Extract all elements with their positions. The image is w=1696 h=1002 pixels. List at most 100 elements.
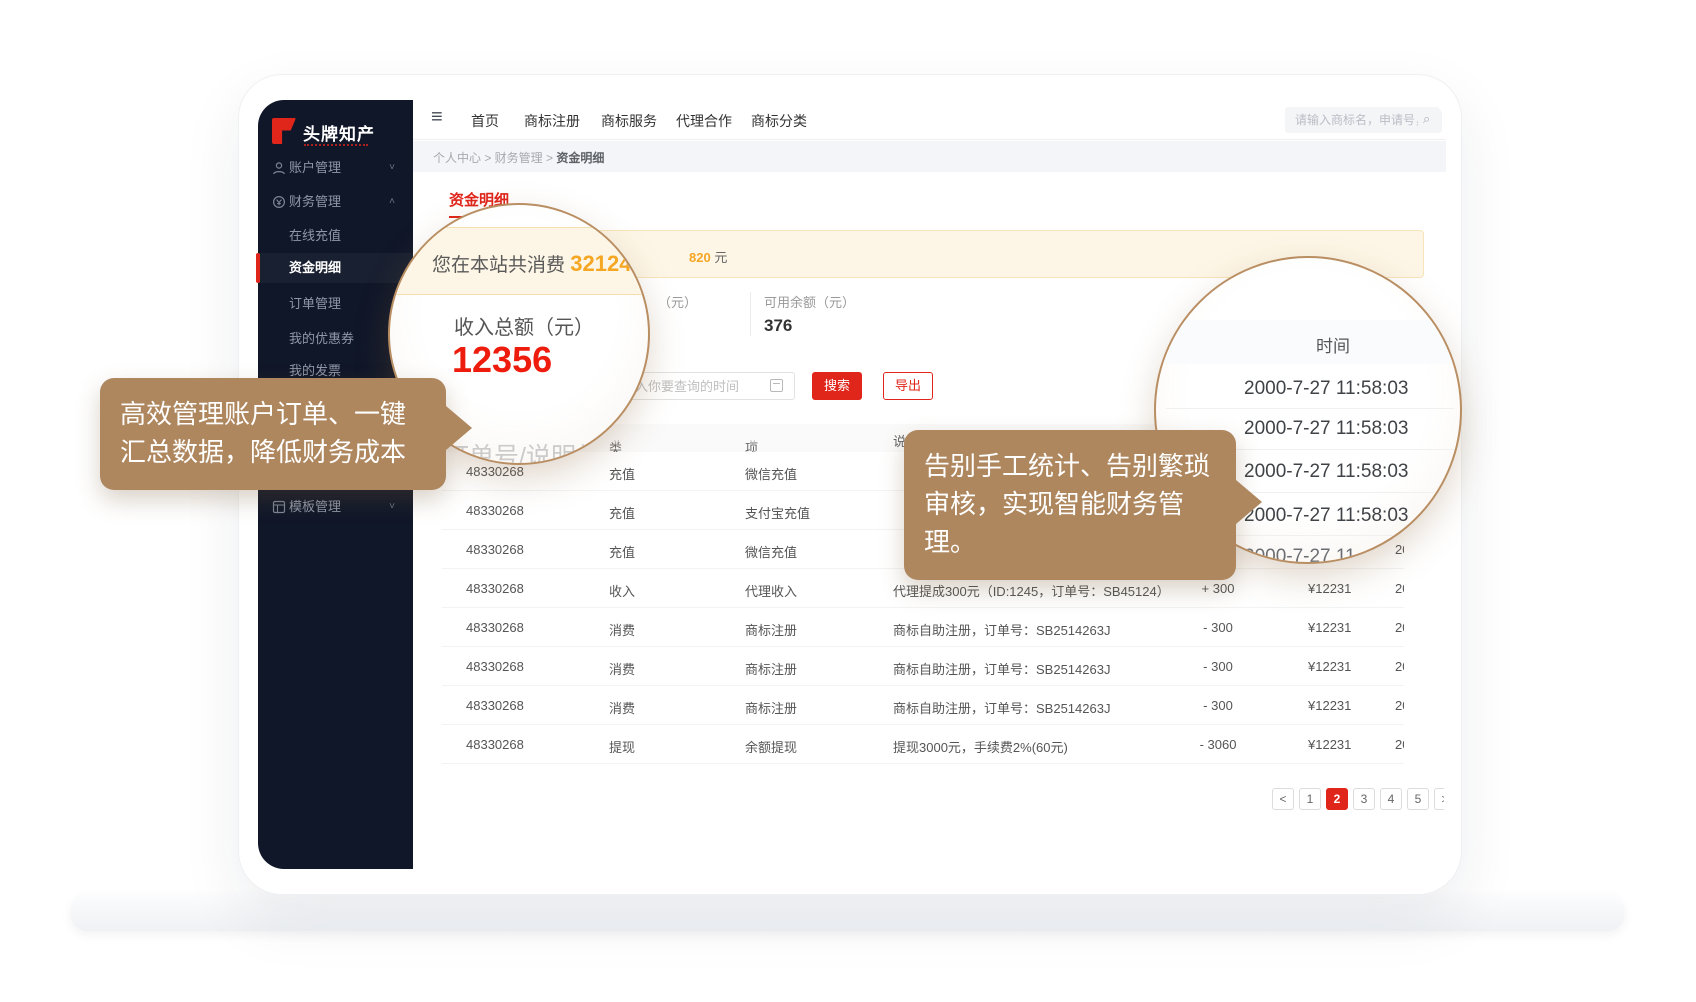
sidebar-item-label: 模板管理: [289, 492, 341, 522]
time-value: 2000-7-27 11:58:03: [1244, 505, 1408, 527]
search-icon[interactable]: ⌕: [1423, 111, 1430, 127]
cell-desc: 商标自助注册，订单号：SB2514263J: [893, 698, 1110, 717]
cell-time: 2000-7-27 11:58:03: [1395, 581, 1404, 596]
sidebar-item-account[interactable]: 账户管理 ˅: [258, 153, 413, 183]
pagination-page-2[interactable]: 2: [1326, 788, 1348, 810]
balance-label: 可用余额（元）: [764, 292, 855, 311]
cell-time: 2000-7-27 11:58:03: [1395, 737, 1404, 752]
banner-text: 820 元: [689, 247, 727, 266]
time-value: 2000-7-27 11:58:03: [1244, 461, 1408, 483]
cell-type: 收入: [609, 581, 635, 600]
table-row[interactable]: 48330268 消费 商标注册 商标自助注册，订单号：SB2514263J - 300…: [442, 686, 1404, 725]
cell-project: 代理收入: [745, 581, 797, 600]
breadcrumb[interactable]: 个人中心 > 财务管理 > 资金明细: [433, 149, 604, 166]
cell-order: 48330268: [466, 659, 524, 674]
hamburger-menu-icon[interactable]: ≡: [431, 106, 443, 129]
page: 头牌知产 账户管理 ˅ 财务管理 ˄ 在线充值 资金明细 订单管理 我的优惠券 …: [0, 0, 1696, 1002]
banner-prefix: 您在本站共消费: [432, 255, 565, 276]
sidebar-item-templates[interactable]: 模板管理 ˅: [258, 492, 413, 522]
cell-order: 48330268: [466, 464, 524, 479]
nav-item-0[interactable]: 首页: [471, 111, 499, 131]
cell-amount: + 300: [1176, 581, 1260, 596]
banner-suffix: 元: [714, 250, 727, 265]
brand-logo-icon: [272, 118, 296, 144]
cell-project: 商标注册: [745, 698, 797, 717]
cell-order: 48330268: [466, 542, 524, 557]
divider: [1166, 408, 1454, 409]
laptop-base: [70, 893, 1625, 931]
chevron-down-icon: ˅: [389, 153, 395, 183]
magnified-banner-text: 您在本站共消费 32124: [432, 250, 631, 277]
cell-time: 2000-7-27 11:58:03: [1395, 620, 1404, 635]
chevron-up-icon: ˄: [389, 187, 395, 217]
pagination-prev[interactable]: <: [1272, 788, 1294, 810]
cell-amount: - 300: [1176, 698, 1260, 713]
cell-balance: ¥12231: [1308, 698, 1351, 713]
cell-project: 商标注册: [745, 620, 797, 639]
cell-type: 消费: [609, 698, 635, 717]
cell-type: 充值: [609, 542, 635, 561]
cell-project: 商标注册: [745, 659, 797, 678]
cell-desc: 代理提成300元（ID:1245，订单号：SB45124）: [893, 581, 1170, 600]
nav-item-1[interactable]: 商标注册: [524, 111, 580, 131]
sidebar-item-finance[interactable]: 财务管理 ˄: [258, 187, 413, 217]
user-icon: [272, 161, 286, 175]
callout-left: 高效管理账户订单、一键汇总数据，降低财务成本: [100, 378, 446, 490]
cell-desc: 商标自助注册，订单号：SB2514263J: [893, 659, 1110, 678]
cell-project: 余额提现: [745, 737, 797, 756]
finance-icon: [272, 195, 286, 209]
pagination-page-1[interactable]: 1: [1299, 788, 1321, 810]
search-button[interactable]: 搜索: [812, 372, 862, 400]
breadcrumb-path: 个人中心 > 财务管理 >: [433, 151, 556, 165]
cell-balance: ¥12231: [1308, 737, 1351, 752]
search-input[interactable]: [1285, 107, 1442, 133]
cell-desc: 商标自助注册，订单号：SB2514263J: [893, 620, 1110, 639]
brand-name: 头牌知产: [303, 120, 375, 145]
pagination-page-3[interactable]: 3: [1353, 788, 1375, 810]
income-value: 12356: [452, 339, 552, 381]
sidebar-item-label: 资金明细: [289, 253, 341, 283]
cell-order: 48330268: [466, 698, 524, 713]
chevron-down-icon: ˅: [389, 492, 395, 522]
cell-desc: 提现3000元，手续费2%(60元): [893, 737, 1068, 756]
cell-balance: ¥12231: [1308, 659, 1351, 674]
cell-project: 支付宝充值: [745, 503, 810, 522]
template-icon: [272, 500, 286, 514]
cell-type: 消费: [609, 659, 635, 678]
cell-time: 2000-7-27 11:58:03: [1395, 542, 1404, 557]
nav-item-4[interactable]: 商标分类: [751, 111, 807, 131]
time-value: 2000-7-27 11:58:03: [1244, 378, 1408, 400]
export-button[interactable]: 导出: [883, 372, 933, 400]
cell-project: 微信充值: [745, 542, 797, 561]
balance-value: 376: [764, 316, 792, 336]
time-value: 2000-7-27 11:58:03: [1244, 418, 1408, 440]
income-label: 收入总额（元）: [454, 311, 594, 340]
caret-down-icon: ∨: [749, 438, 756, 449]
nav-item-3[interactable]: 代理合作: [676, 111, 732, 131]
stats-divider: [750, 292, 751, 336]
time-value-partial: 2000-7-27 11: [1244, 546, 1356, 564]
cell-type: 充值: [609, 503, 635, 522]
magnified-banner: 您在本站共消费 32124: [388, 227, 650, 295]
table-row[interactable]: 48330268提现余额提现提现3000元，手续费2%(60元)- 3060¥1…: [442, 725, 1404, 764]
magnified-time-headband: [1156, 320, 1462, 364]
cell-amount: - 3060: [1176, 737, 1260, 752]
calendar-icon[interactable]: [770, 379, 783, 392]
breadcrumb-current: 资金明细: [556, 151, 604, 165]
table-row[interactable]: 48330268消费商标注册商标自助注册，订单号：SB2514263J- 300…: [442, 647, 1404, 686]
banner-amount-rest: 820: [689, 250, 711, 265]
pagination-page-4[interactable]: 4: [1380, 788, 1402, 810]
table-row[interactable]: 48330268消费商标注册商标自助注册，订单号：SB2514263J- 300…: [442, 608, 1404, 647]
cell-type: 消费: [609, 620, 635, 639]
cell-order: 48330268: [466, 737, 524, 752]
callout-right: 告别手工统计、告别繁琐审核，实现智能财务管理。: [904, 430, 1236, 580]
cell-time: 2000-7-27 11:58:03: [1395, 659, 1404, 674]
cell-balance: ¥12231: [1308, 581, 1351, 596]
cell-project: 微信充值: [745, 464, 797, 483]
banner-amount: 32124: [570, 251, 631, 276]
nav-item-2[interactable]: 商标服务: [601, 111, 657, 131]
cell-order: 48330268: [466, 503, 524, 518]
sidebar-item-label: 账户管理: [289, 153, 341, 183]
pagination-page-5[interactable]: 5: [1407, 788, 1429, 810]
pagination-next[interactable]: >: [1434, 788, 1444, 810]
